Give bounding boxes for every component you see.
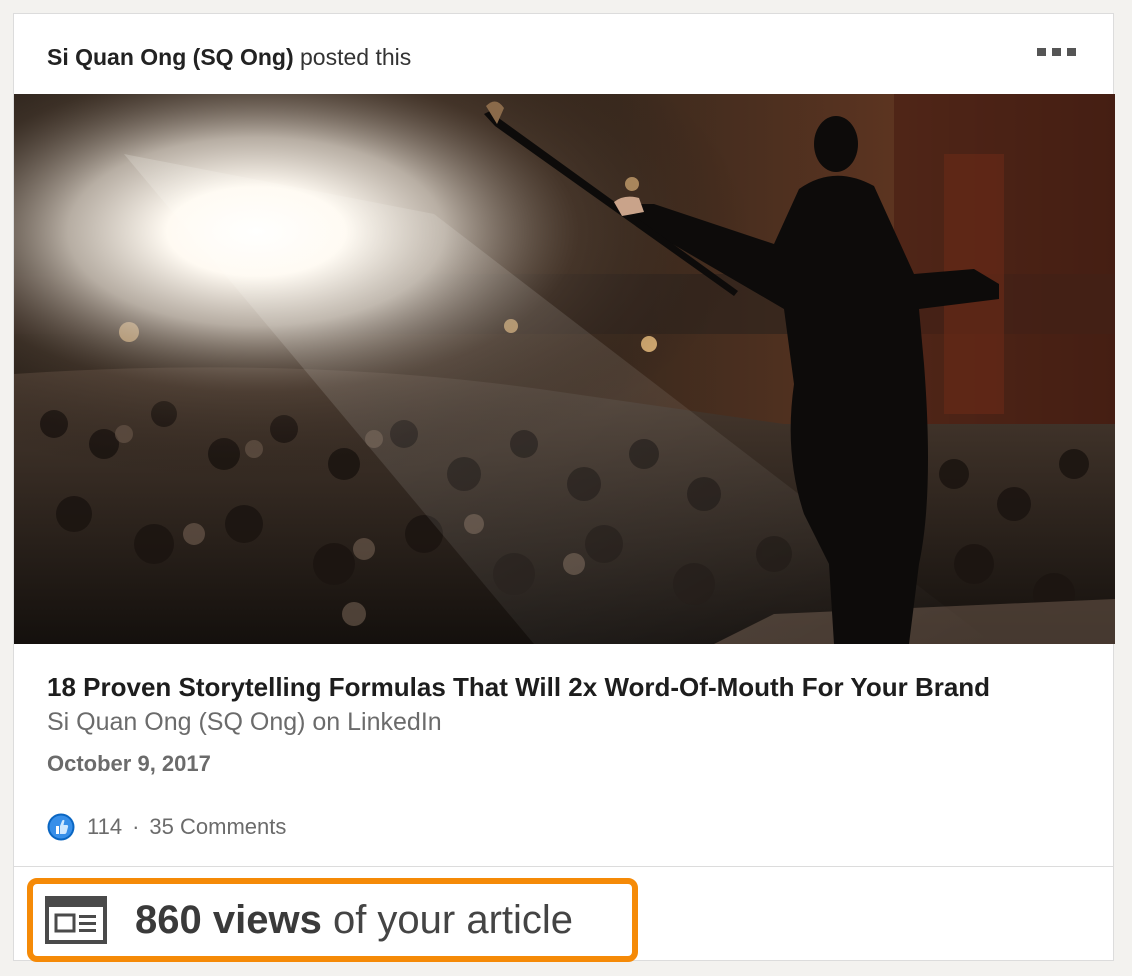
article-title[interactable]: 18 Proven Storytelling Formulas That Wil… (47, 670, 1083, 704)
theatre-performer-photo (14, 94, 1115, 644)
like-count[interactable]: 114 (87, 814, 122, 840)
post-card: Si Quan Ong (SQ Ong) posted this 18 Prov… (13, 13, 1115, 962)
more-options-button[interactable] (1037, 44, 1079, 60)
separator-dot: · (132, 814, 140, 839)
article-cover-image[interactable] (14, 94, 1115, 644)
article-info: 18 Proven Storytelling Formulas That Wil… (47, 670, 1083, 779)
views-suffix: of your article (332, 898, 574, 942)
post-action-text: posted this (300, 44, 412, 70)
post-header: Si Quan Ong (SQ Ong) posted this (14, 14, 1113, 94)
ellipsis-dot (1052, 48, 1061, 56)
article-date: October 9, 2017 (47, 751, 211, 776)
thumbs-up-icon[interactable] (47, 813, 75, 841)
views-text: 860 views of your article (135, 896, 573, 944)
article-source: Si Quan Ong (SQ Ong) on LinkedIn (47, 708, 442, 736)
article-icon (45, 896, 107, 944)
post-attribution: Si Quan Ong (SQ Ong) posted this (47, 42, 411, 72)
ellipsis-dot (1037, 48, 1046, 56)
views-count: 860 views (135, 898, 322, 942)
author-name[interactable]: Si Quan Ong (SQ Ong) (47, 44, 294, 70)
comments-count[interactable]: 35 Comments (149, 814, 286, 840)
social-counts: 114 · 35 Comments (47, 812, 286, 842)
divider (14, 866, 1113, 867)
article-views-link[interactable]: 860 views of your article (27, 878, 638, 962)
ellipsis-dot (1067, 48, 1076, 56)
